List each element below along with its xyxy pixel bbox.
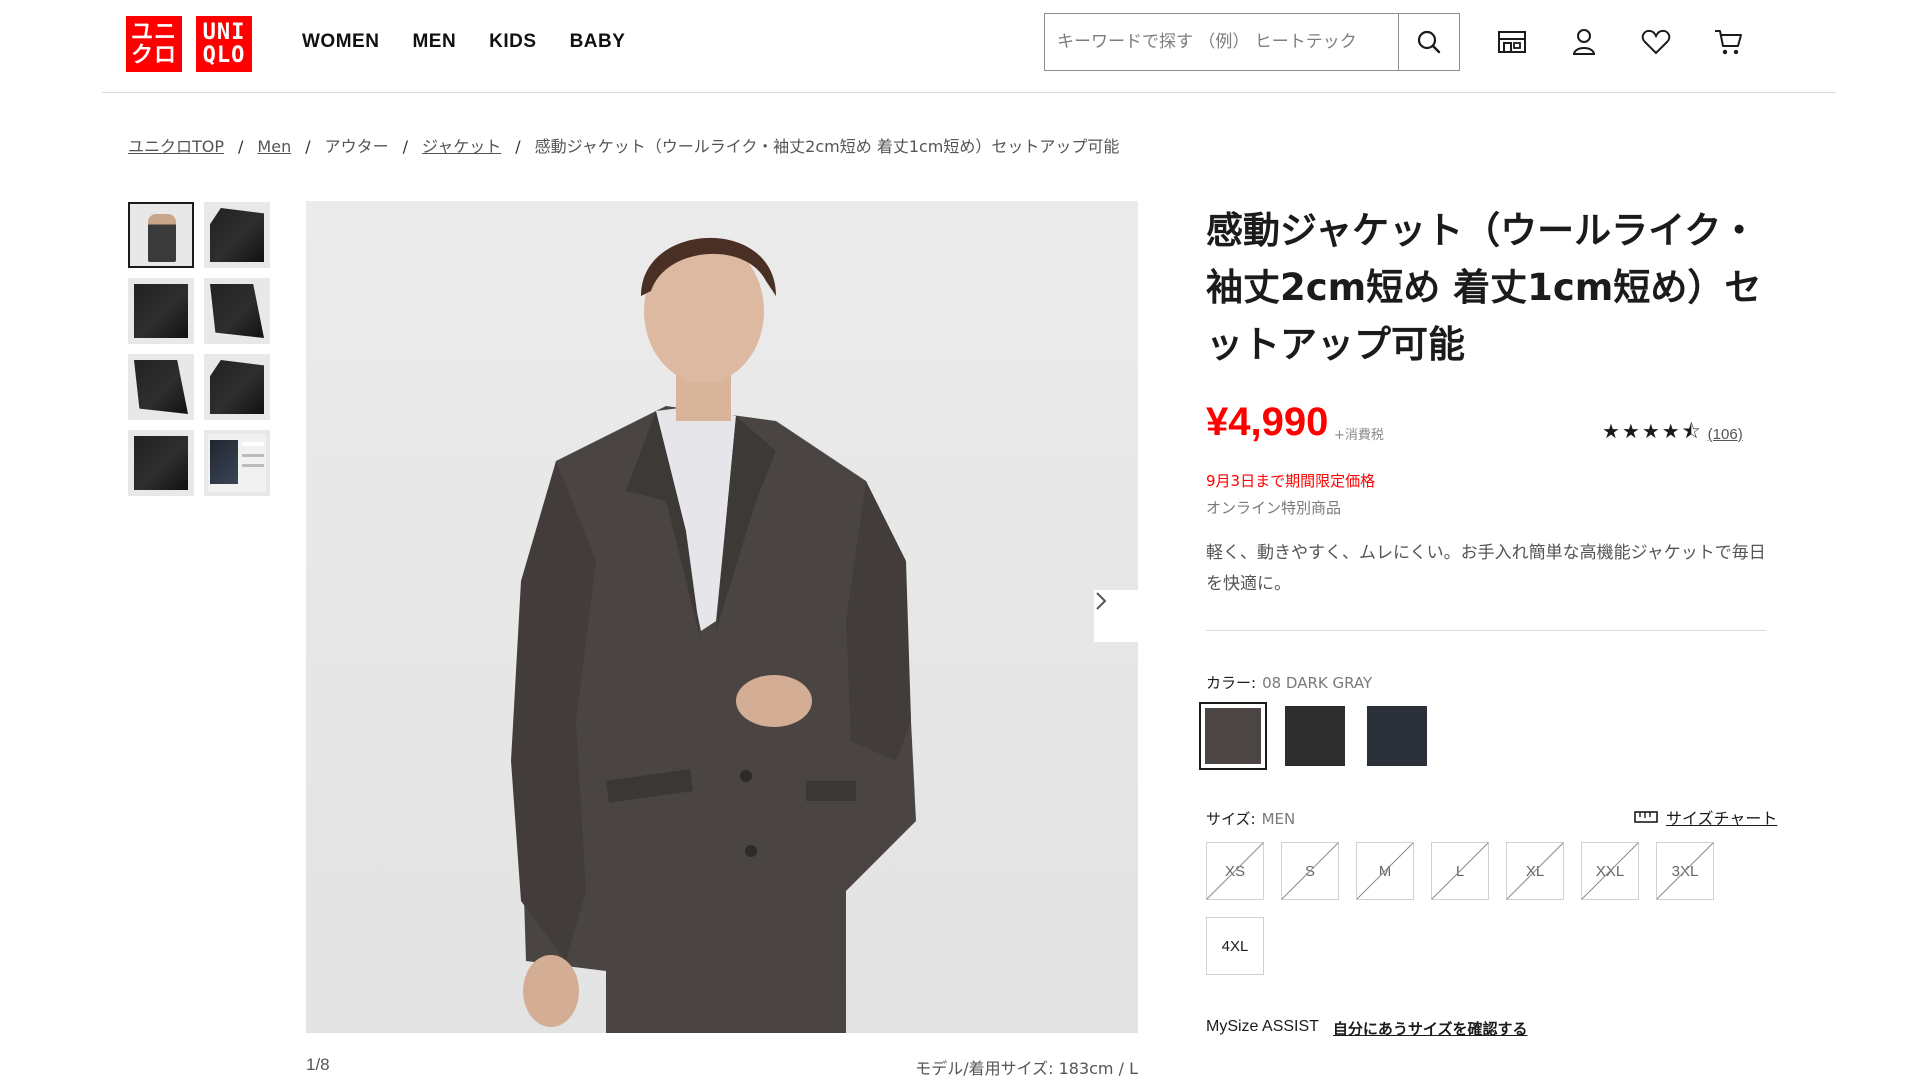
- mysize-label: MySize ASSIST: [1206, 1018, 1319, 1035]
- tax-note: +消費税: [1334, 428, 1384, 443]
- size-option-s[interactable]: S: [1281, 842, 1339, 900]
- main-nav: WOMEN MEN KIDS BABY: [302, 31, 625, 53]
- product-description: 軽く、動きやすく、ムレにくい。お手入れ簡単な高機能ジャケットで毎日を快適に。: [1206, 543, 1766, 594]
- section-divider: [1206, 630, 1766, 631]
- chevron-right-icon: [1096, 592, 1107, 610]
- logo-latin: UNI QLO: [196, 16, 252, 72]
- size-chart-link[interactable]: サイズチャート: [1634, 805, 1777, 829]
- breadcrumb-current: 感動ジャケット（ウールライク・袖丈2cm短め 着丈1cm短め）セットアップ可能: [534, 137, 1120, 156]
- breadcrumb-jacket[interactable]: ジャケット: [422, 137, 501, 156]
- store-icon: [1498, 31, 1526, 53]
- nav-kids[interactable]: KIDS: [489, 31, 536, 53]
- search-icon: [1417, 30, 1441, 54]
- account-button[interactable]: [1568, 24, 1600, 60]
- selected-color-name: 08 DARK GRAY: [1262, 674, 1373, 692]
- thumbnail-8[interactable]: [204, 430, 270, 496]
- account-icon: [1572, 29, 1596, 55]
- product-rating: ★★★★⯪ (106): [1602, 417, 1743, 451]
- online-only-note: オンライン特別商品: [1206, 499, 1342, 517]
- thumbnail-5[interactable]: [128, 354, 194, 420]
- limited-price-note: 9月3日まで期間限定価格: [1206, 472, 1376, 490]
- cart-button[interactable]: [1712, 24, 1744, 60]
- breadcrumb-separator: /: [305, 137, 311, 156]
- image-counter: 1/8: [306, 1055, 330, 1074]
- thumbnail-3[interactable]: [128, 278, 194, 344]
- logo-katakana: ユニ クロ: [126, 16, 182, 72]
- color-swatch-2[interactable]: [1281, 702, 1349, 770]
- size-option-xl[interactable]: XL: [1506, 842, 1564, 900]
- header-icons: [1496, 24, 1744, 60]
- mysize-assist: MySize ASSIST 自分にあうサイズを確認する: [1206, 1018, 1527, 1039]
- size-label-text: サイズ:: [1206, 810, 1256, 828]
- nav-baby[interactable]: BABY: [570, 31, 626, 53]
- mysize-link[interactable]: 自分にあうサイズを確認する: [1333, 1018, 1528, 1039]
- breadcrumb-separator: /: [515, 137, 521, 156]
- breadcrumb-separator: /: [402, 137, 409, 156]
- breadcrumb: ユニクロTOP / Men / アウター / ジャケット / 感動ジャケット（ウールライク・袖丈…: [128, 133, 1119, 157]
- breadcrumb-separator: /: [238, 137, 244, 156]
- size-option-xxl[interactable]: XXL: [1581, 842, 1639, 900]
- search-button[interactable]: [1398, 14, 1459, 70]
- color-label-text: カラー:: [1206, 674, 1257, 692]
- breadcrumb-men[interactable]: Men: [257, 137, 291, 156]
- thumbnail-6[interactable]: [204, 354, 270, 420]
- size-chart-text: サイズチャート: [1666, 809, 1778, 828]
- product-main-image[interactable]: [306, 201, 1138, 1033]
- thumbnail-list: [128, 202, 270, 496]
- size-label: サイズ: MEN: [1206, 808, 1295, 829]
- size-options: XS S M L XL XXL 3XL 4XL: [1206, 842, 1786, 975]
- heart-icon: [1641, 29, 1671, 55]
- model-size-info: モデル/着用サイズ: 183cm / L: [915, 1059, 1138, 1078]
- color-swatch-3[interactable]: [1363, 702, 1431, 770]
- product-price: ¥4,990: [1206, 400, 1329, 444]
- size-option-l[interactable]: L: [1431, 842, 1489, 900]
- size-option-4xl[interactable]: 4XL: [1206, 917, 1264, 975]
- thumbnail-7[interactable]: [128, 430, 194, 496]
- size-option-m[interactable]: M: [1356, 842, 1414, 900]
- next-image-button[interactable]: [1094, 590, 1138, 642]
- thumbnail-2[interactable]: [204, 202, 270, 268]
- color-label: カラー: 08 DARK GRAY: [1206, 672, 1372, 693]
- nav-men[interactable]: MEN: [412, 31, 456, 53]
- header-divider: [102, 92, 1836, 93]
- store-locator-button[interactable]: [1496, 24, 1528, 60]
- model-jacket-illustration: [511, 237, 916, 1033]
- size-option-xs[interactable]: XS: [1206, 842, 1264, 900]
- size-option-3xl[interactable]: 3XL: [1656, 842, 1714, 900]
- breadcrumb-outer: アウター: [324, 137, 389, 156]
- breadcrumb-top[interactable]: ユニクロTOP: [128, 137, 224, 156]
- wishlist-button[interactable]: [1640, 24, 1672, 60]
- ruler-icon: [1634, 811, 1658, 823]
- review-count-link[interactable]: (106): [1708, 426, 1743, 443]
- cart-icon: [1715, 30, 1742, 55]
- uniqlo-logo[interactable]: ユニ クロ UNI QLO: [126, 16, 252, 72]
- thumbnail-4[interactable]: [204, 278, 270, 344]
- search-box: [1044, 13, 1460, 71]
- search-input[interactable]: [1045, 14, 1398, 70]
- product-title: 感動ジャケット（ウールライク・袖丈2cm短め 着丈1cm短め）セットアップ可能: [1206, 209, 1762, 366]
- thumbnail-1[interactable]: [128, 202, 194, 268]
- color-swatch-dark-gray[interactable]: [1199, 702, 1267, 770]
- size-category: MEN: [1261, 810, 1296, 828]
- color-swatches: [1199, 702, 1431, 770]
- nav-women[interactable]: WOMEN: [302, 31, 379, 53]
- rating-stars-icon: ★★★★⯪: [1602, 419, 1703, 443]
